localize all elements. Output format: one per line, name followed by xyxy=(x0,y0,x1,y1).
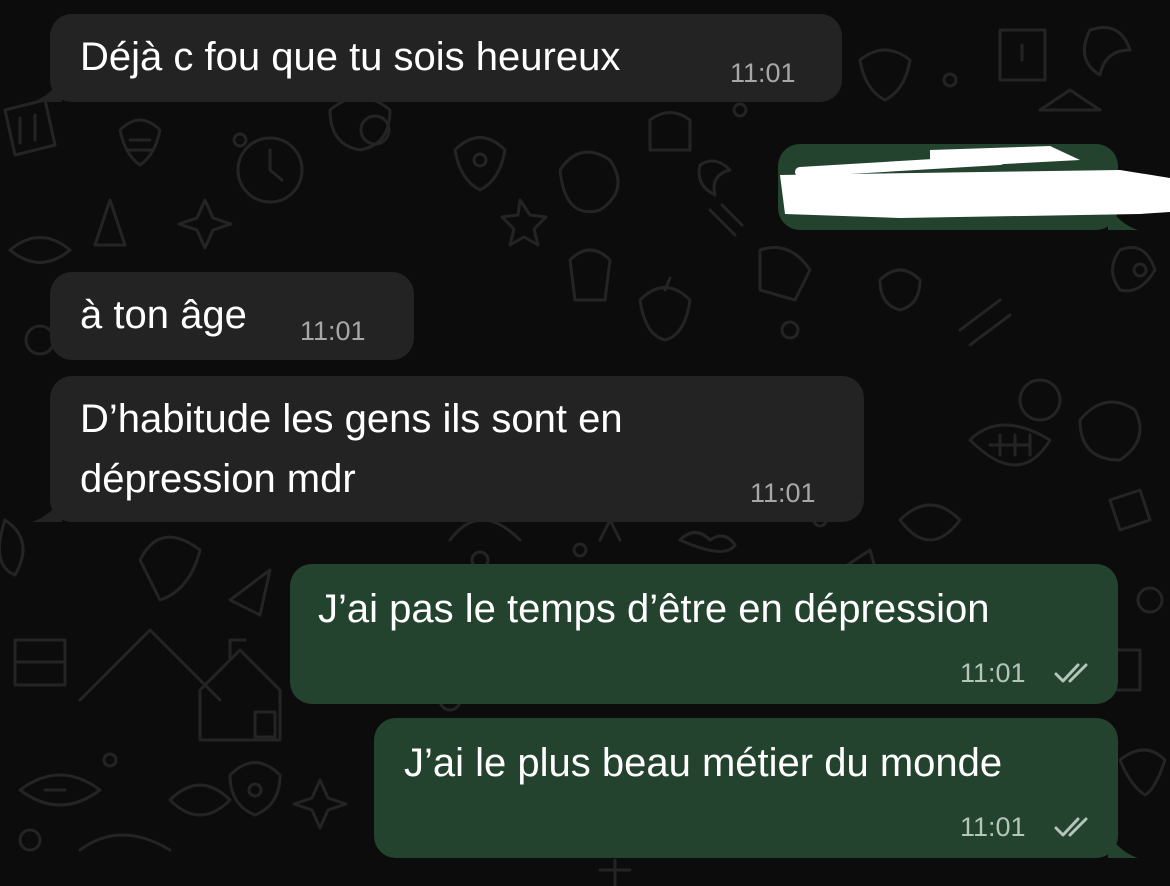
message-text: à ton âge xyxy=(80,293,247,337)
message-bubble-outgoing-redacted[interactable] xyxy=(778,144,1118,230)
message-timestamp: 11:01 xyxy=(960,812,1026,842)
message-text: Déjà c fou que tu sois heureux xyxy=(80,35,621,79)
message-timestamp: 11:01 xyxy=(730,58,796,88)
message-bubble-incoming[interactable]: Déjà c fou que tu sois heureux 11:01 xyxy=(50,14,842,102)
read-double-check-icon xyxy=(1054,817,1088,837)
message-bubble-outgoing[interactable]: J’ai le plus beau métier du monde 11:01 xyxy=(374,718,1118,858)
message-bubble-incoming[interactable]: D’habitude les gens ils sont en dépressi… xyxy=(50,376,864,522)
message-text: J’ai pas le temps d’être en dépression xyxy=(318,587,990,631)
message-text-line-2: dépression mdr xyxy=(80,457,356,501)
read-double-check-icon xyxy=(1054,663,1088,683)
message-text: J’ai le plus beau métier du monde xyxy=(404,741,1003,785)
message-timestamp: 11:01 xyxy=(750,478,816,508)
message-timestamp: 11:01 xyxy=(300,316,366,346)
message-timestamp: 11:01 xyxy=(960,658,1026,688)
message-bubble-incoming[interactable]: à ton âge 11:01 xyxy=(50,272,414,360)
message-bubble-outgoing[interactable]: J’ai pas le temps d’être en dépression 1… xyxy=(290,564,1118,704)
message-text-line-1: D’habitude les gens ils sont en xyxy=(80,397,623,441)
